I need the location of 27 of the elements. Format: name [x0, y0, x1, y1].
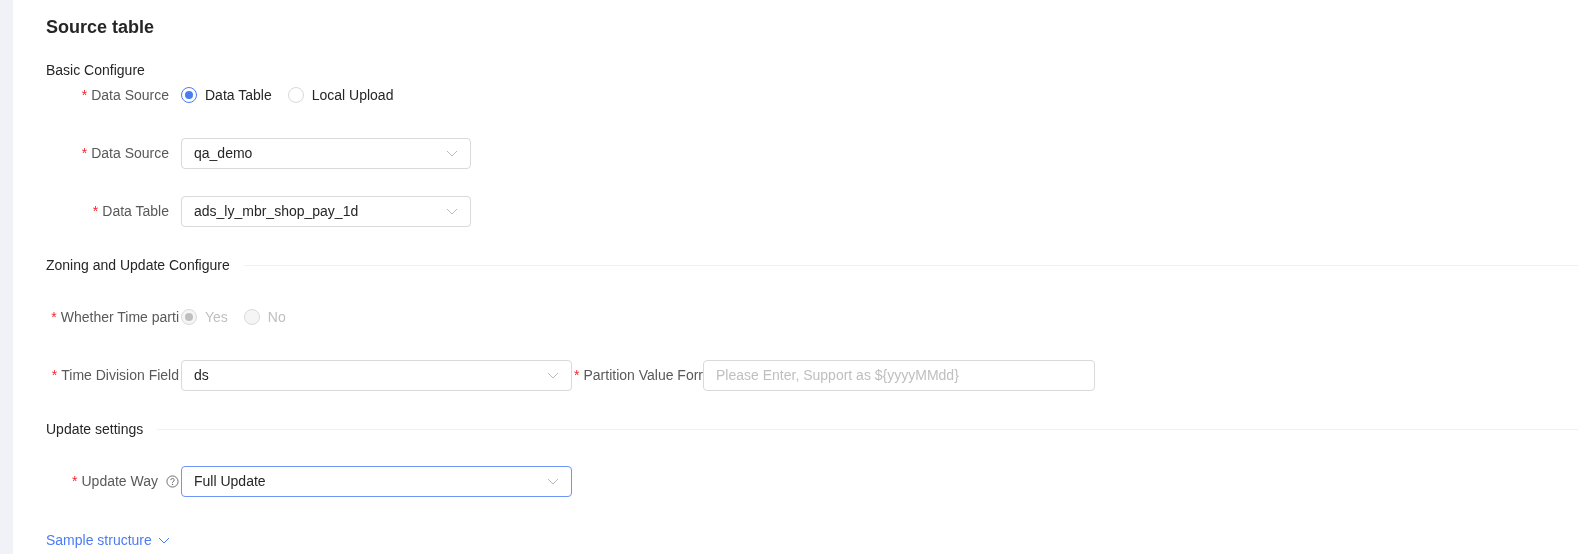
select-field[interactable]: ds [181, 359, 572, 391]
field-label: Data Source [91, 143, 169, 163]
radio-option[interactable]: Local Upload [287, 84, 394, 106]
required-mark: * [51, 307, 57, 327]
input-field[interactable]: Please Enter, Support as ${yyyyMMdd} [703, 359, 1096, 391]
required-mark: * [81, 143, 88, 163]
help-icon[interactable] [166, 474, 179, 488]
field-label: Update Way [81, 471, 158, 491]
field-label: Whether Time parti [60, 307, 179, 327]
required-mark: * [92, 201, 99, 221]
required-mark: * [574, 365, 580, 385]
section-heading: Basic Configure [46, 61, 145, 80]
field-label: Partition Value Forr [583, 365, 704, 385]
radio-option[interactable]: Data Table [181, 84, 272, 106]
section-heading: Update settings [46, 420, 144, 439]
field-label: Data Table [102, 201, 169, 221]
required-mark: * [81, 85, 88, 105]
field-label: Data Source [91, 85, 169, 105]
field-label: Time Division Field [61, 365, 179, 385]
required-mark: * [72, 471, 78, 491]
select-field[interactable]: Full Update [181, 465, 572, 497]
required-mark: * [51, 365, 58, 385]
select-field[interactable]: qa_demo [181, 137, 471, 169]
sample-structure-link[interactable]: Sample structure [46, 529, 170, 551]
select-field[interactable]: ads_ly_mbr_shop_pay_1d [181, 195, 471, 227]
section-heading: Zoning and Update Configure [46, 256, 230, 275]
page-title: Source table [46, 16, 156, 39]
